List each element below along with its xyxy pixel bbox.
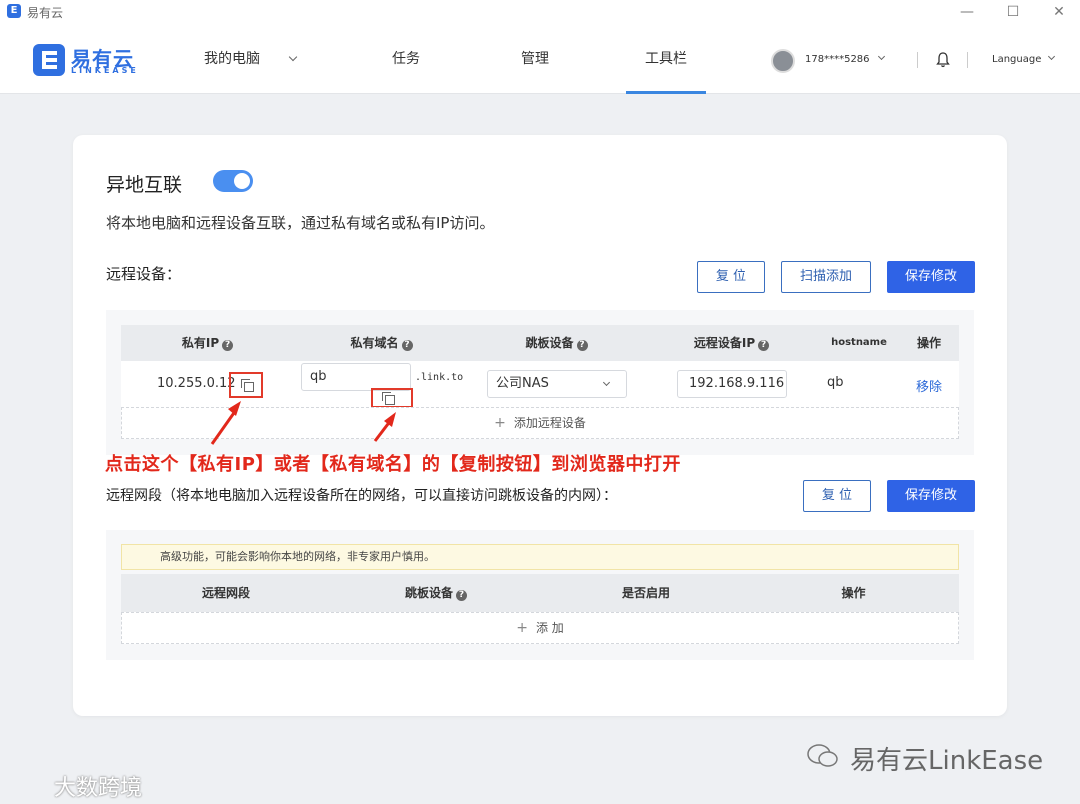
watermark-corner: 大数跨境	[54, 776, 143, 801]
annotation-text: 点击这个【私有IP】或者【私有域名】的【复制按钮】到浏览器中打开	[105, 454, 681, 475]
watermark-wechat: 易有云LinkEase	[850, 746, 1044, 776]
annotation-arrows	[210, 401, 396, 445]
wechat-icon	[807, 744, 838, 767]
